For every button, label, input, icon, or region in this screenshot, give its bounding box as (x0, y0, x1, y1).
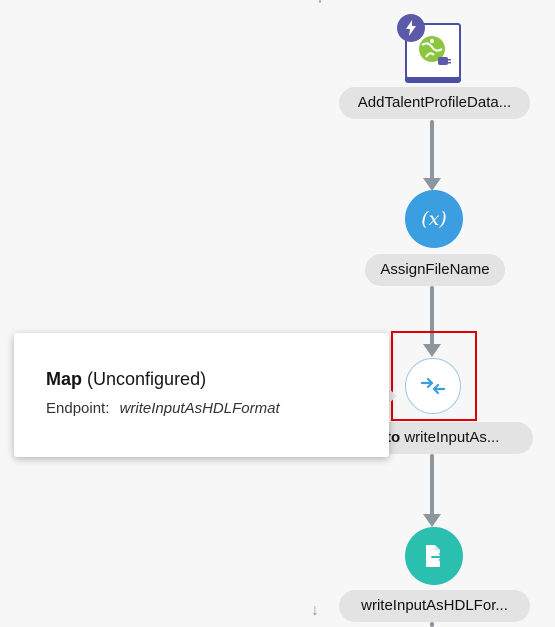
write-node-label[interactable]: writeInputAsHDLFor... (339, 590, 530, 622)
assign-node-label[interactable]: AssignFileName (365, 254, 505, 286)
trigger-accent-bar (405, 77, 461, 83)
assign-node[interactable]: (x) (405, 190, 463, 248)
integration-canvas[interactable]: AddTalentProfileData... (x) AssignFileNa… (0, 0, 555, 627)
map-node-tooltip: Map (Unconfigured) Endpoint: writeInputA… (14, 333, 389, 457)
selection-highlight (391, 331, 477, 421)
tooltip-endpoint: Endpoint: writeInputAsHDLFormat (46, 400, 357, 417)
connector-map-write (430, 454, 434, 516)
assign-variable-icon: (x) (421, 208, 447, 230)
tooltip-pointer (388, 388, 397, 404)
write-node[interactable] (405, 527, 463, 585)
bolt-icon (397, 14, 425, 42)
connector-bottom-stub (430, 622, 434, 627)
map-node-label-text: writeInputAs... (404, 429, 500, 446)
tooltip-endpoint-label: Endpoint: (46, 400, 110, 417)
tooltip-title-action: Map (46, 369, 82, 389)
trigger-node-label[interactable]: AddTalentProfileData... (339, 87, 530, 119)
map-node-label[interactable]: to writeInputAs... (372, 422, 533, 454)
scroll-down-icon[interactable]: ↓ (311, 603, 319, 619)
tooltip-title: Map (Unconfigured) (46, 369, 357, 390)
connector-top-stub (319, 0, 321, 3)
connector-arrow-head (423, 514, 441, 527)
tooltip-title-status: (Unconfigured) (87, 369, 207, 389)
tooltip-endpoint-value: writeInputAsHDLFormat (119, 400, 280, 417)
connector-trigger-assign (430, 120, 434, 180)
file-export-icon (426, 545, 444, 567)
